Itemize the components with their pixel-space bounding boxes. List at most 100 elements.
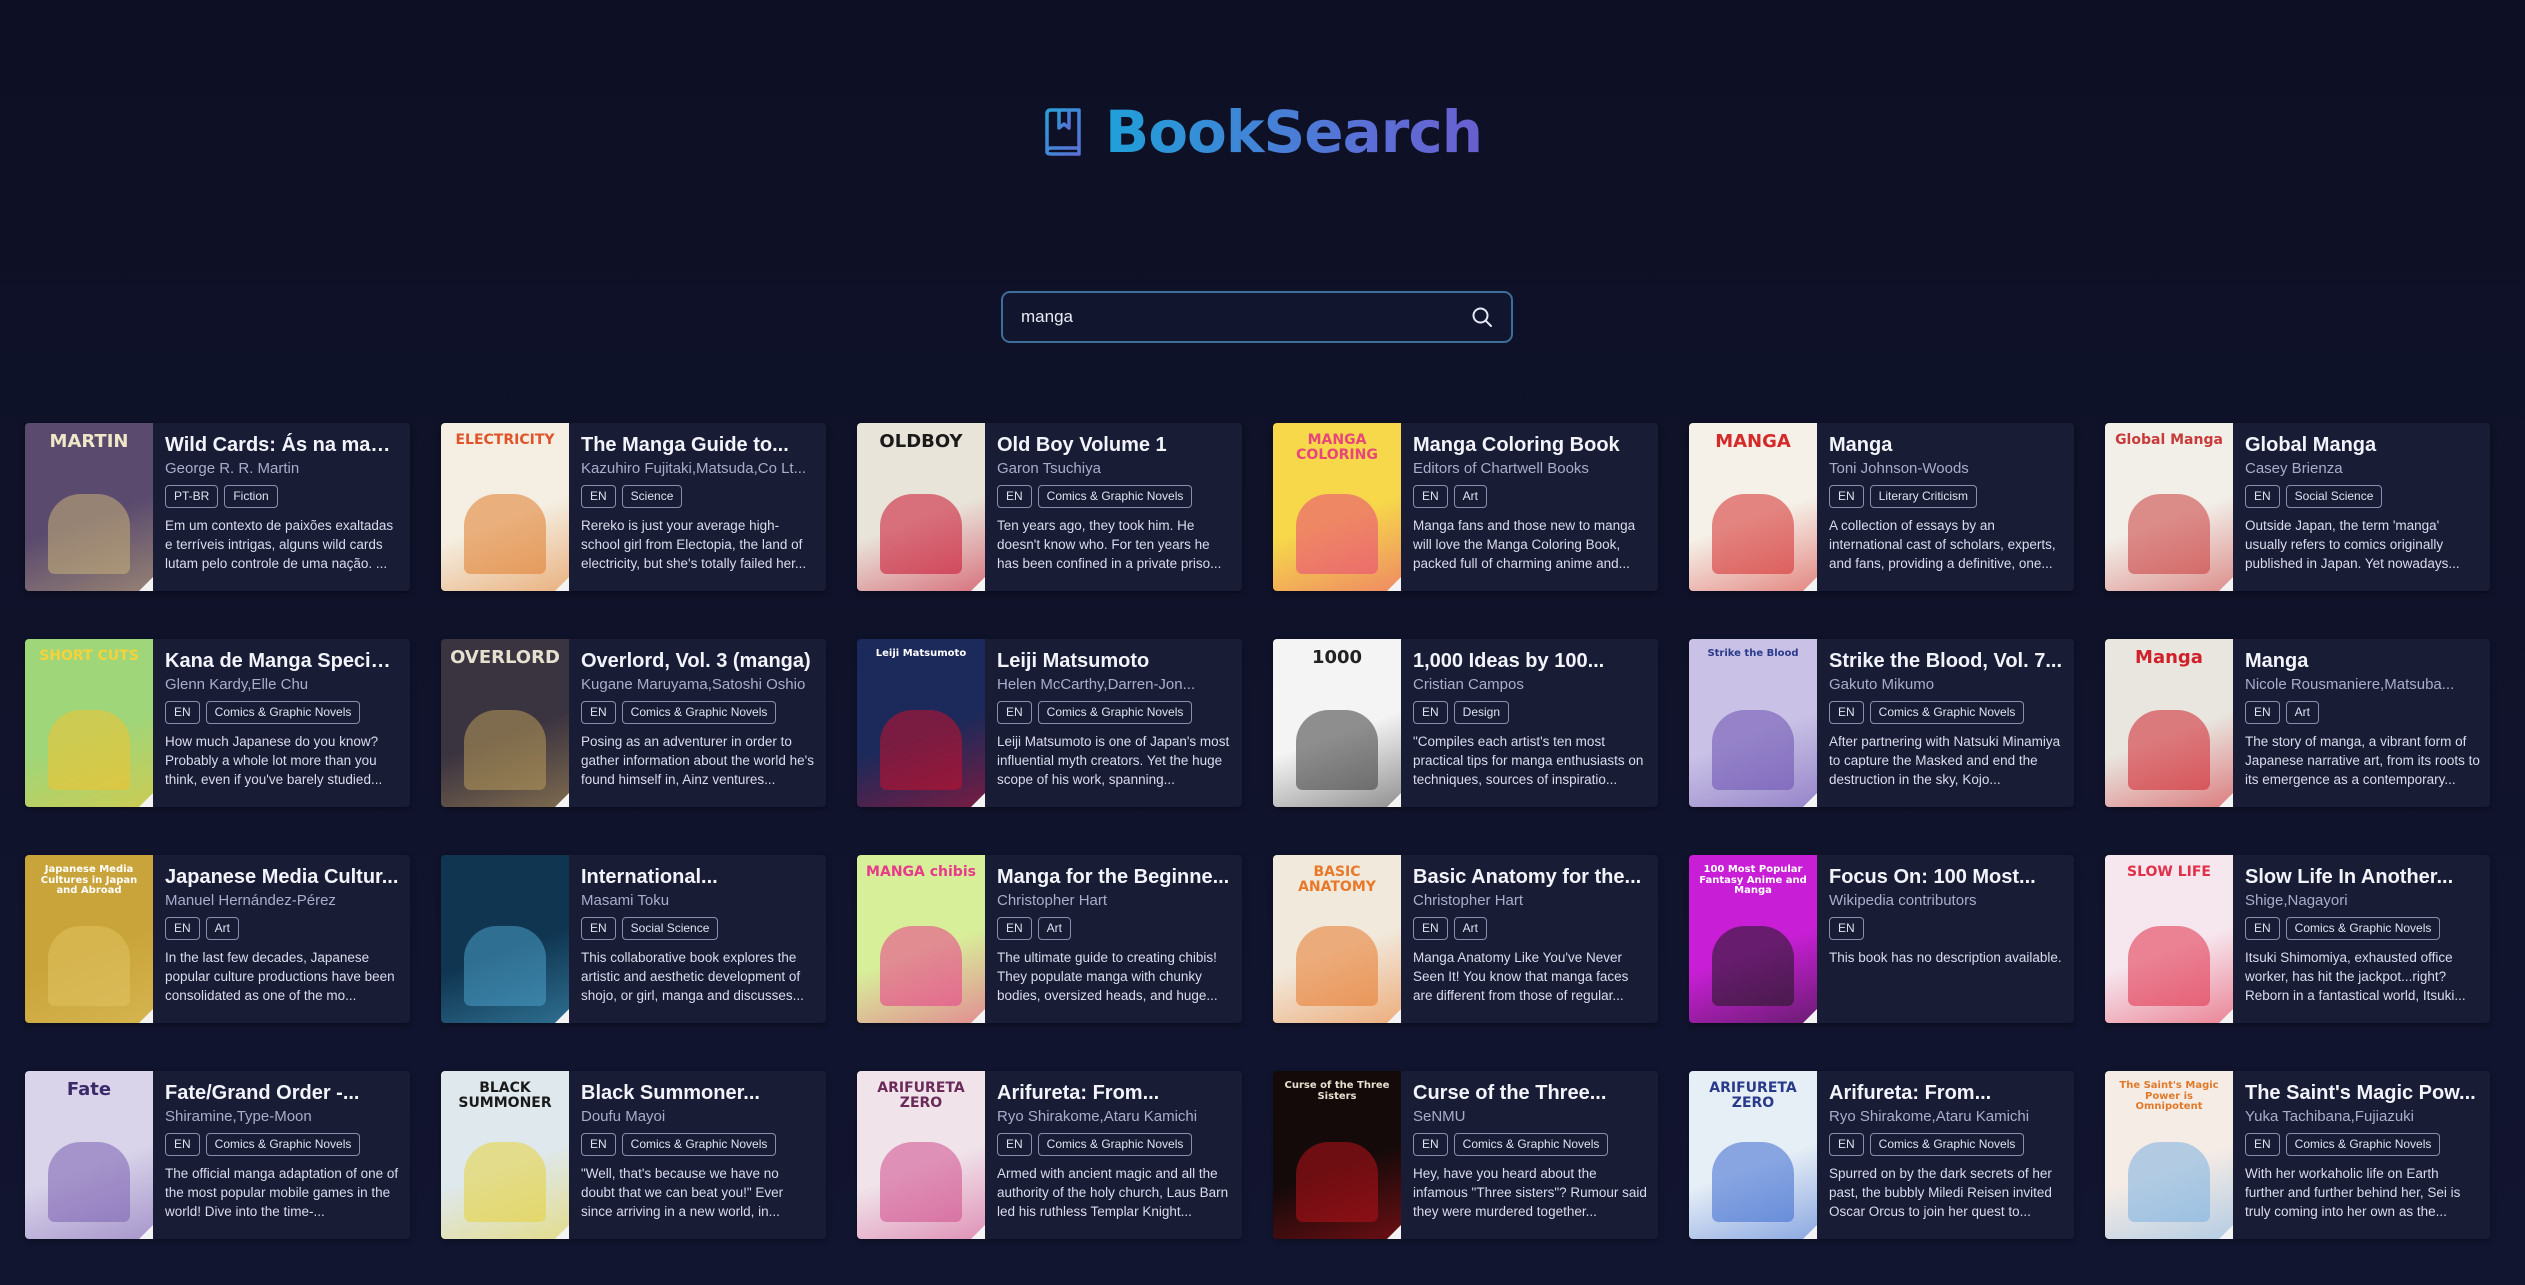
book-authors: George R. R. Martin [165, 460, 300, 477]
book-card[interactable]: SLOW LIFE Slow Life In Another... Shige,Na… [2105, 855, 2490, 1023]
book-title[interactable]: Manga [2245, 649, 2480, 673]
book-title[interactable]: Curse of the Three... [1413, 1081, 1648, 1105]
book-card[interactable]: ELECTRICITY The Manga Guide to... Kazuhiro… [441, 423, 826, 591]
book-card[interactable]: MARTIN Wild Cards: Ás na manga George R. R… [25, 423, 410, 591]
book-card[interactable]: ARIFURETA ZERO Arifureta: From... Ryo Shir… [857, 1071, 1242, 1239]
language-badge: EN [581, 485, 616, 508]
book-description: Itsuki Shimomiya, exhausted office worke… [2245, 950, 2466, 1003]
cover-page-corner [2219, 1009, 2233, 1023]
book-title[interactable]: Manga Coloring Book [1413, 433, 1648, 457]
book-description: After partnering with Natsuki Minamiya t… [1829, 734, 2061, 787]
book-card[interactable]: Curse of the Three Sisters Curse of the T… [1273, 1071, 1658, 1239]
cover-accent-shape [48, 1141, 130, 1223]
cover-title-text: Japanese Media Cultures in Japan and Abr… [40, 864, 138, 896]
search-input[interactable] [1019, 306, 1467, 328]
book-title[interactable]: Wild Cards: Ás na manga [165, 433, 400, 457]
cover-accent-shape [1712, 925, 1794, 1007]
language-badge: EN [165, 701, 200, 724]
cover-page-corner [971, 793, 985, 807]
book-card[interactable]: OLDBOY Old Boy Volume 1 Garon Tsuchiya EN Co… [857, 423, 1242, 591]
book-tags: EN Science [581, 485, 816, 508]
book-card[interactable]: MANGA COLORING Manga Coloring Book Editors… [1273, 423, 1658, 591]
book-title[interactable]: Arifureta: From... [1829, 1081, 2064, 1105]
book-title[interactable]: The Manga Guide to... [581, 433, 816, 457]
book-title[interactable]: Slow Life In Another... [2245, 865, 2480, 889]
book-authors: Gakuto Mikumo [1829, 676, 1935, 693]
book-title[interactable]: Manga [1829, 433, 2064, 457]
book-card[interactable]: 100 Most Popular Fantasy Anime and Manga… [1689, 855, 2074, 1023]
book-tags: EN Art [165, 917, 400, 940]
book-card[interactable]: BASIC ANATOMY Basic Anatomy for the... Chr… [1273, 855, 1658, 1023]
language-badge: EN [165, 1133, 200, 1156]
app-title: BookSearch [1105, 98, 1483, 166]
cover-title-text: BLACK SUMMONER [458, 1080, 552, 1111]
app-root: BookSearch MARTIN Wild Cards: Ás na manga… [0, 0, 2525, 1285]
book-card[interactable]: MANGA Manga Toni Johnson-Woods EN Literary C… [1689, 423, 2074, 591]
book-card[interactable]: OVERLORD Overlord, Vol. 3 (manga) Kugane M… [441, 639, 826, 807]
cover-title-text: The Saint's Magic Power is Omnipotent [2119, 1080, 2219, 1112]
book-title[interactable]: Black Summoner... [581, 1081, 816, 1105]
book-title[interactable]: Strike the Blood, Vol. 7... [1829, 649, 2064, 673]
book-title[interactable]: The Saint's Magic Pow... [2245, 1081, 2480, 1105]
cover-accent-shape [48, 925, 130, 1007]
book-card[interactable]: Manga Manga Nicole Rousmaniere,Matsuba... E… [2105, 639, 2490, 807]
book-tags: EN [1829, 917, 2064, 940]
book-info: Manga Coloring Book Editors of Chartwell … [1401, 423, 1658, 591]
language-badge: EN [2245, 701, 2280, 724]
cover-title-text: ARIFURETA ZERO [877, 1080, 965, 1111]
book-authors: Christopher Hart [997, 892, 1108, 909]
book-card[interactable]: Strike the Blood Strike the Blood, Vol. 7… [1689, 639, 2074, 807]
book-card[interactable]: Japanese Media Cultures in Japan and Abr… [25, 855, 410, 1023]
cover-page-corner [1803, 577, 1817, 591]
language-badge: EN [1413, 1133, 1448, 1156]
book-title[interactable]: 1,000 Ideas by 100... [1413, 649, 1648, 673]
book-card[interactable]: International... Masami Toku EN Social Scie… [441, 855, 826, 1023]
book-card[interactable]: SHORT CUTS Kana de Manga Special... Glenn … [25, 639, 410, 807]
book-title[interactable]: Arifureta: From... [997, 1081, 1232, 1105]
book-title[interactable]: Global Manga [2245, 433, 2480, 457]
cover-title-text: BASIC ANATOMY [1298, 864, 1376, 895]
category-badge: Comics & Graphic Novels [621, 1133, 777, 1156]
book-title[interactable]: Japanese Media Cultur... [165, 865, 400, 889]
category-badge: Science [621, 485, 683, 508]
book-card[interactable]: Global Manga Global Manga Casey Brienza EN S… [2105, 423, 2490, 591]
search-button[interactable] [1467, 302, 1497, 332]
book-card[interactable]: MANGA chibis Manga for the Beginne... Chri… [857, 855, 1242, 1023]
book-title[interactable]: Overlord, Vol. 3 (manga) [581, 649, 816, 673]
book-description: The official manga adaptation of one of … [165, 1166, 399, 1219]
book-cover-image: OVERLORD [441, 639, 569, 807]
book-title[interactable]: Fate/Grand Order -... [165, 1081, 400, 1105]
book-cover-image: Manga [2105, 639, 2233, 807]
cover-accent-shape [880, 709, 962, 791]
cover-page-corner [555, 1009, 569, 1023]
book-card[interactable]: 1000 1,000 Ideas by 100... Cristian Campos… [1273, 639, 1658, 807]
book-tags: EN Comics & Graphic Novels [165, 701, 400, 724]
cover-title-text: ELECTRICITY [455, 432, 555, 448]
language-badge: EN [2245, 485, 2280, 508]
language-badge: PT-BR [165, 485, 219, 508]
book-title[interactable]: Leiji Matsumoto [997, 649, 1232, 673]
book-card[interactable]: BLACK SUMMONER Black Summoner... Doufu May… [441, 1071, 826, 1239]
book-card[interactable]: Leiji Matsumoto Leiji Matsumoto Helen McCa… [857, 639, 1242, 807]
book-description: Rereko is just your average high-school … [581, 518, 807, 571]
cover-page-corner [139, 1009, 153, 1023]
book-title[interactable]: Kana de Manga Special... [165, 649, 400, 673]
book-title[interactable]: Manga for the Beginne... [997, 865, 1232, 889]
book-card[interactable]: The Saint's Magic Power is Omnipotent The… [2105, 1071, 2490, 1239]
book-cover-image: ELECTRICITY [441, 423, 569, 591]
book-card[interactable]: Fate Fate/Grand Order -... Shiramine,Type-… [25, 1071, 410, 1239]
category-badge: Social Science [621, 917, 719, 940]
book-title[interactable]: International... [581, 865, 816, 889]
book-card[interactable]: ARIFURETA ZERO Arifureta: From... Ryo Shir… [1689, 1071, 2074, 1239]
cover-accent-shape [1296, 709, 1378, 791]
book-title[interactable]: Old Boy Volume 1 [997, 433, 1232, 457]
language-badge: EN [1829, 1133, 1864, 1156]
book-authors: Wikipedia contributors [1829, 892, 1977, 909]
book-authors: Kazuhiro Fujitaki,Matsuda,Co Lt... [581, 460, 807, 477]
book-title[interactable]: Basic Anatomy for the... [1413, 865, 1648, 889]
language-badge: EN [1413, 485, 1448, 508]
book-info: Kana de Manga Special... Glenn Kardy,Elle… [153, 639, 410, 807]
book-authors: Shiramine,Type-Moon [165, 1108, 312, 1125]
book-title[interactable]: Focus On: 100 Most... [1829, 865, 2064, 889]
cover-page-corner [139, 793, 153, 807]
